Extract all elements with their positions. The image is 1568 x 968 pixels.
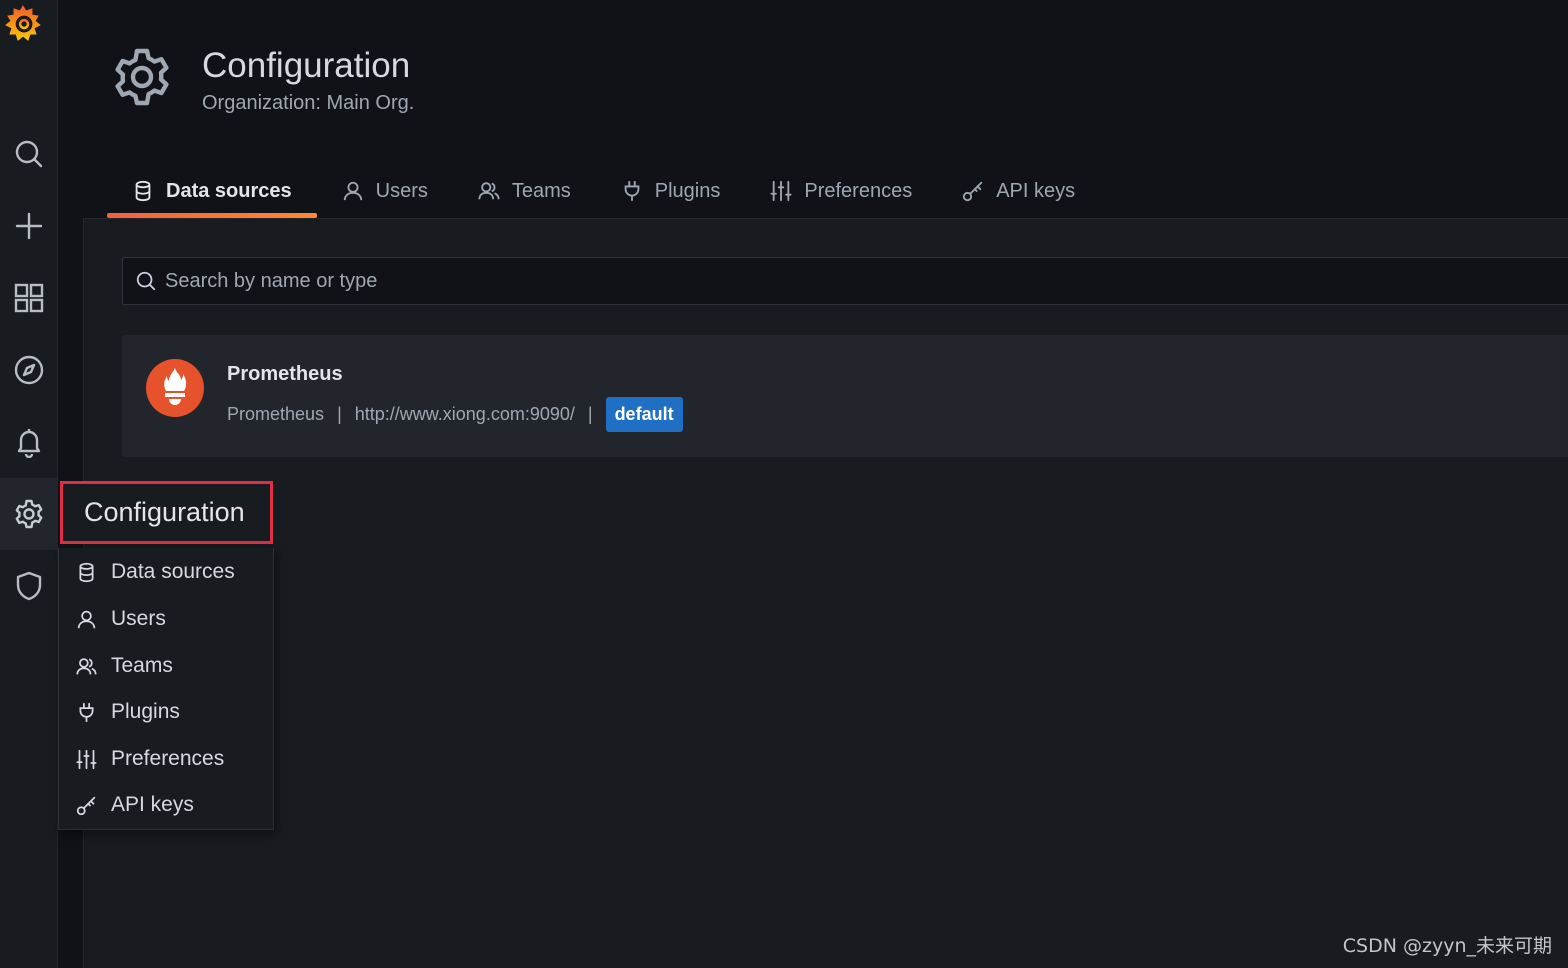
- key-icon: [76, 796, 96, 815]
- flyout-item-teams[interactable]: Teams: [59, 644, 273, 688]
- prometheus-logo: [146, 359, 204, 417]
- tab-label: Users: [375, 179, 428, 202]
- tab-teams[interactable]: Teams: [453, 168, 596, 214]
- meta-separator: |: [587, 404, 593, 424]
- datasource-url: http://www.xiong.com:9090/: [354, 404, 575, 424]
- flyout-item-users[interactable]: Users: [59, 597, 273, 641]
- user-icon: [343, 181, 362, 201]
- flyout-item-preferences[interactable]: Preferences: [59, 737, 273, 781]
- config-tabs: Data sources Users Teams Plugins Prefere…: [107, 168, 1100, 218]
- tab-label: Data sources: [166, 179, 292, 202]
- database-icon: [79, 562, 94, 582]
- sidebar-item-create[interactable]: [0, 190, 58, 262]
- flyout-item-label: Data sources: [111, 560, 235, 583]
- search-box: [122, 257, 1568, 305]
- tab-plugins[interactable]: Plugins: [596, 168, 746, 214]
- flyout-item-label: Plugins: [111, 700, 180, 723]
- meta-separator: |: [337, 404, 342, 424]
- search-icon: [15, 140, 43, 168]
- tab-label: Teams: [511, 179, 571, 202]
- plus-icon: [15, 212, 43, 240]
- sidebar: [0, 0, 58, 968]
- page-subtitle: Organization: Main Org.: [202, 92, 415, 114]
- apps-icon: [14, 283, 44, 313]
- flyout-item-data-sources[interactable]: Data sources: [59, 550, 273, 594]
- flyout-item-plugins[interactable]: Plugins: [59, 690, 273, 734]
- bell-icon: [17, 429, 41, 458]
- gear-icon: [115, 48, 169, 106]
- page-header: Configuration Organization: Main Org.: [110, 44, 414, 115]
- sidebar-item-search[interactable]: [0, 118, 58, 190]
- grafana-logo[interactable]: [0, 0, 46, 46]
- sidebar-item-alerting[interactable]: [0, 406, 58, 478]
- sidebar-item-dashboards[interactable]: [0, 262, 58, 334]
- flyout-item-label: Teams: [111, 654, 173, 677]
- tab-data-sources[interactable]: Data sources: [107, 168, 317, 218]
- page-title: Configuration: [202, 46, 411, 85]
- sidebar-item-explore[interactable]: [0, 334, 58, 406]
- user-icon: [77, 610, 96, 628]
- flyout-item-label: Users: [111, 607, 166, 630]
- users-icon: [76, 657, 97, 674]
- flyout-title-configuration[interactable]: Configuration: [60, 481, 273, 544]
- tab-label: API keys: [996, 179, 1076, 202]
- search-icon: [136, 271, 156, 291]
- flyout-item-api-keys[interactable]: API keys: [59, 783, 273, 827]
- search-input[interactable]: [165, 269, 1465, 293]
- watermark: CSDN @zyyn_未来可期: [1342, 935, 1552, 957]
- default-badge: default: [605, 397, 683, 432]
- tab-label: Plugins: [654, 179, 721, 202]
- sidebar-item-configuration[interactable]: [0, 478, 58, 550]
- plug-icon: [79, 702, 94, 722]
- page-titles: Configuration Organization: Main Org.: [202, 44, 414, 115]
- users-icon: [478, 182, 500, 200]
- flyout-item-label: Preferences: [111, 747, 225, 770]
- page-header-icon: [110, 45, 174, 114]
- datasource-meta: Prometheus | http://www.xiong.com:9090/ …: [227, 397, 683, 432]
- sliders-icon: [770, 180, 792, 202]
- datasource-card-prometheus[interactable]: Prometheus Prometheus | http://www.xiong…: [122, 335, 1568, 457]
- sliders-icon: [76, 749, 97, 769]
- tab-users[interactable]: Users: [317, 168, 453, 214]
- tab-preferences[interactable]: Preferences: [745, 168, 937, 214]
- app: Configuration Organization: Main Org. Da…: [0, 0, 1568, 968]
- database-icon: [135, 180, 151, 202]
- key-icon: [963, 181, 983, 202]
- tab-api-keys[interactable]: API keys: [937, 168, 1100, 214]
- compass-icon: [14, 355, 44, 385]
- tab-label: Preferences: [804, 179, 913, 202]
- datasource-name: Prometheus: [227, 363, 343, 385]
- configuration-flyout-menu: Data sources Users Teams Plugins Prefere…: [58, 548, 274, 830]
- datasource-type: Prometheus: [227, 404, 325, 424]
- shield-icon: [16, 571, 42, 601]
- sidebar-item-server-admin[interactable]: [0, 550, 58, 622]
- flyout-item-label: API keys: [111, 793, 194, 816]
- plug-icon: [624, 180, 640, 202]
- gear-icon: [15, 499, 43, 529]
- grafana-logo-icon: [5, 5, 41, 41]
- content-panel: Prometheus Prometheus | http://www.xiong…: [83, 218, 1568, 968]
